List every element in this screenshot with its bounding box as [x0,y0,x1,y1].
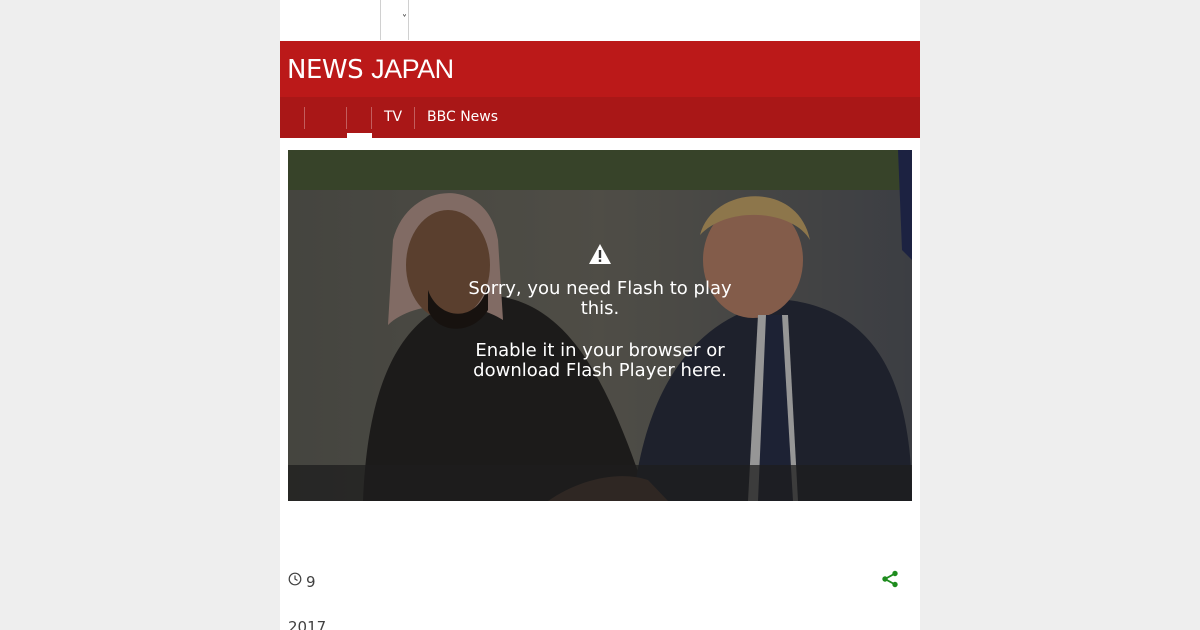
share-icon[interactable] [881,570,899,588]
flash-required-message: Sorry, you need Flash to play this. Enab… [288,243,912,381]
nav-separator [304,107,305,129]
publish-date-year: 2017 [288,618,327,630]
nav-item-tv[interactable]: TV [384,109,402,125]
video-control-bar[interactable] [288,465,912,501]
warning-icon [589,244,611,264]
video-player[interactable]: Sorry, you need Flash to play this. Enab… [288,150,912,501]
nav-separator [414,107,415,129]
flash-message-help[interactable]: Enable it in your browser or download Fl… [460,341,740,381]
publish-date-day: 9 [306,573,316,591]
logo-japan: JAPAN [371,54,454,84]
account-bar-divider [408,0,409,40]
clock-icon [288,572,302,586]
logo-news: NEWS [287,55,364,85]
account-bar: ˅ [280,0,920,40]
nav-active-indicator [347,133,372,138]
masthead: NEWS JAPAN [280,41,920,97]
account-bar-divider [380,0,381,40]
nav-separator [371,107,372,129]
primary-nav: TV BBC News [280,97,920,138]
page: ˅ NEWS JAPAN TV BBC News Sorry, you need… [280,0,920,630]
nav-separator [346,107,347,129]
site-logo[interactable]: NEWS JAPAN [287,54,454,85]
chevron-down-icon[interactable]: ˅ [402,14,407,25]
flash-message-title: Sorry, you need Flash to play this. [468,278,732,319]
nav-item-bbc-news[interactable]: BBC News [427,109,498,125]
